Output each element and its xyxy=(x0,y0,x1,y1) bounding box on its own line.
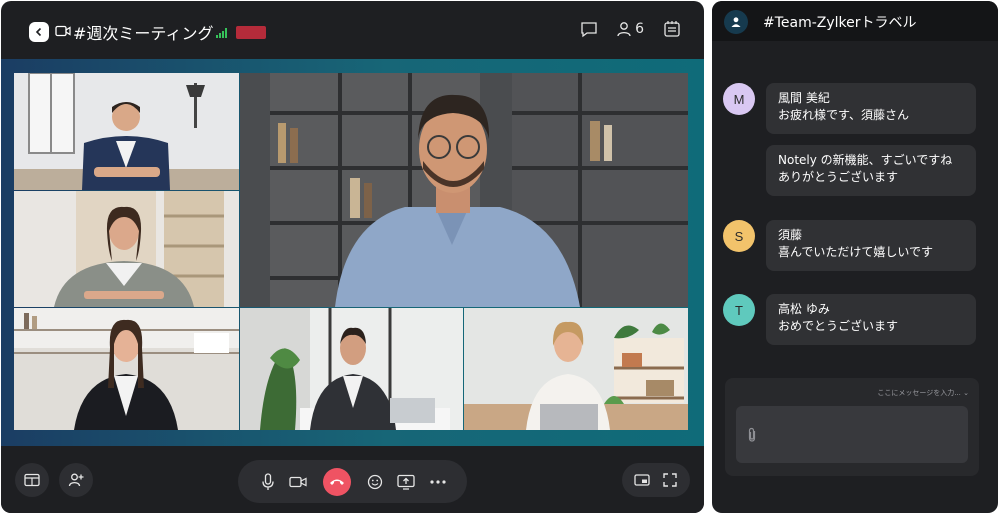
signal-icon xyxy=(216,28,227,38)
message-sender: 風間 美紀 xyxy=(778,91,830,105)
participant-tile-2[interactable] xyxy=(14,191,239,307)
screen-share-icon xyxy=(397,474,415,490)
layout-icon xyxy=(24,473,40,487)
hang-up-button[interactable] xyxy=(323,468,351,496)
composer-hint[interactable]: ここにメッセージを入力... ⌄ xyxy=(877,388,969,398)
participant-tile-5[interactable] xyxy=(464,308,688,430)
avatar: S xyxy=(723,220,755,252)
back-icon xyxy=(35,27,42,37)
avatar: T xyxy=(723,294,755,326)
call-title: #週次ミーティング xyxy=(73,24,214,43)
participant-tile-main[interactable] xyxy=(240,73,688,307)
message-composer: ここにメッセージを入力... ⌄ xyxy=(725,378,979,476)
call-control-bar xyxy=(1,446,704,513)
message-sender: 須藤 xyxy=(778,228,803,242)
hang-up-icon xyxy=(330,479,344,485)
add-participant-button[interactable] xyxy=(59,463,93,497)
layout-button[interactable] xyxy=(15,463,49,497)
notes-icon[interactable] xyxy=(662,19,682,39)
channel-title: #Team-Zylkerトラベル xyxy=(763,15,917,31)
chevron-down-icon: ⌄ xyxy=(963,389,969,397)
call-controls xyxy=(238,460,467,503)
more-icon xyxy=(430,480,446,484)
attachment-icon[interactable] xyxy=(747,427,757,443)
call-top-bar: #週次ミーティング 6 xyxy=(1,1,704,59)
chat-icon[interactable] xyxy=(580,20,598,38)
microphone-icon xyxy=(262,473,274,490)
participant-tile-1[interactable] xyxy=(14,73,239,190)
microphone-button[interactable] xyxy=(258,472,278,492)
composer-placeholder: ここにメッセージを入力... xyxy=(877,389,961,397)
user-icon xyxy=(731,17,741,27)
participant-tile-3[interactable] xyxy=(14,308,239,430)
participants-button[interactable]: 6 xyxy=(616,21,644,37)
message-text: 喜んでいただけて嬉しいです xyxy=(778,245,934,259)
fullscreen-button[interactable] xyxy=(660,470,680,490)
message-sender: 高松 ゆみ xyxy=(778,302,830,316)
video-stage xyxy=(1,59,704,446)
message-bubble: 風間 美紀 お疲れ様です、須藤さん xyxy=(766,83,976,134)
video-camera-icon xyxy=(55,25,71,37)
message-text: おめでとうございます xyxy=(778,319,899,333)
screen-share-button[interactable] xyxy=(396,472,416,492)
message-text: ありがとうございます xyxy=(778,170,899,184)
emoji-icon xyxy=(367,474,383,490)
emoji-button[interactable] xyxy=(365,472,385,492)
camera-button[interactable] xyxy=(288,472,308,492)
message-text: Notely の新機能、すごいですね xyxy=(778,153,953,167)
participants-icon xyxy=(617,22,631,37)
picture-in-picture-button[interactable] xyxy=(632,470,652,490)
video-camera-icon xyxy=(289,476,307,488)
recording-badge xyxy=(236,26,266,39)
back-button[interactable] xyxy=(29,22,49,42)
message-text: お疲れ様です、須藤さん xyxy=(778,108,910,122)
participant-count: 6 xyxy=(635,21,644,37)
avatar: M xyxy=(723,83,755,115)
fullscreen-icon xyxy=(663,473,677,487)
chat-panel: #Team-Zylkerトラベル M 風間 美紀 お疲れ様です、須藤さん Not… xyxy=(712,1,998,513)
message-bubble: Notely の新機能、すごいですね ありがとうございます xyxy=(766,145,976,196)
more-options-button[interactable] xyxy=(428,472,448,492)
message-input[interactable] xyxy=(736,406,968,463)
video-call-window: #週次ミーティング 6 xyxy=(1,1,704,513)
add-participant-icon xyxy=(68,473,84,487)
view-controls xyxy=(622,463,690,497)
message-bubble: 高松 ゆみ おめでとうございます xyxy=(766,294,976,345)
message-bubble: 須藤 喜んでいただけて嬉しいです xyxy=(766,220,976,271)
picture-in-picture-icon xyxy=(634,474,650,486)
chat-header: #Team-Zylkerトラベル xyxy=(712,1,998,41)
participant-tile-4[interactable] xyxy=(240,308,463,430)
channel-avatar xyxy=(724,10,748,34)
